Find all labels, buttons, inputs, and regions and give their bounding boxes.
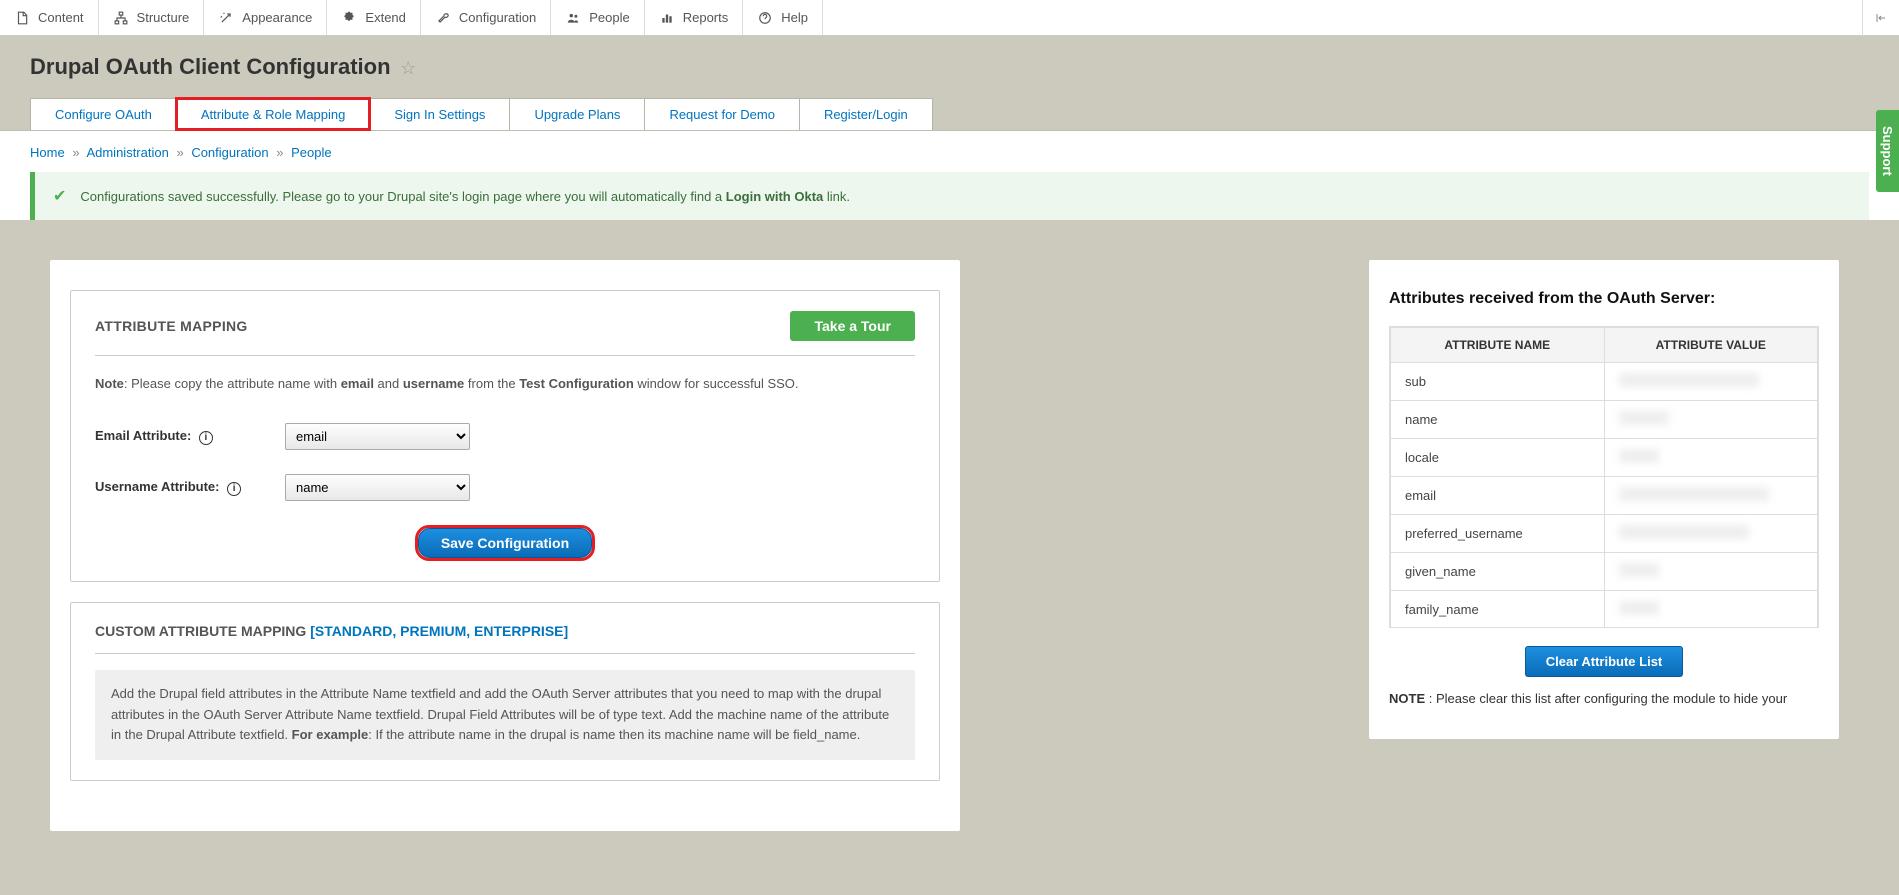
toolbar-item-configuration[interactable]: Configuration (421, 0, 551, 35)
attribute-value-hidden (1619, 487, 1769, 501)
custom-attribute-mapping-card: CUSTOM ATTRIBUTE MAPPING [STANDARD, PREM… (70, 602, 940, 781)
table-header-attribute-name: ATTRIBUTE NAME (1391, 328, 1605, 363)
oauth-attributes-scroll[interactable]: ATTRIBUTE NAME ATTRIBUTE VALUE sub name … (1390, 327, 1818, 627)
attribute-value-hidden (1619, 563, 1659, 577)
oauth-attributes-heading: Attributes received from the OAuth Serve… (1389, 290, 1819, 308)
email-attribute-select[interactable]: email (285, 423, 470, 450)
username-attribute-label: Username Attribute: i (95, 479, 285, 496)
checkmark-icon: ✔ (53, 186, 66, 206)
breadcrumb-link[interactable]: Configuration (191, 145, 268, 160)
toolbar-item-label: Help (781, 10, 808, 25)
toolbar-item-reports[interactable]: Reports (645, 0, 744, 35)
breadcrumb-link[interactable]: People (291, 145, 331, 160)
attribute-value-hidden (1619, 601, 1659, 615)
table-header-attribute-value: ATTRIBUTE VALUE (1604, 328, 1818, 363)
toolbar-item-help[interactable]: Help (743, 0, 823, 35)
attribute-mapping-heading: ATTRIBUTE MAPPING (95, 318, 248, 334)
attribute-value-hidden (1619, 411, 1669, 425)
tab-sign-in-settings[interactable]: Sign In Settings (369, 98, 510, 130)
table-row: family_name (1391, 591, 1818, 628)
admin-toolbar: Content Structure Appearance Extend Conf… (0, 0, 1899, 36)
status-message-text: Configurations saved successfully. Pleas… (80, 189, 850, 204)
breadcrumb-separator: » (72, 145, 79, 160)
attribute-mapping-note: Note: Please copy the attribute name wit… (95, 374, 915, 395)
tab-upgrade-plans[interactable]: Upgrade Plans (509, 98, 645, 130)
email-attribute-label: Email Attribute: i (95, 428, 285, 445)
save-configuration-button[interactable]: Save Configuration (418, 528, 592, 558)
clear-attribute-list-button[interactable]: Clear Attribute List (1525, 646, 1684, 677)
oauth-attributes-panel: Attributes received from the OAuth Serve… (1369, 260, 1839, 739)
attribute-mapping-card: ATTRIBUTE MAPPING Take a Tour Note: Plea… (70, 290, 940, 582)
toolbar-item-label: Structure (137, 10, 190, 25)
breadcrumb-separator: » (276, 145, 283, 160)
attribute-value-hidden (1619, 449, 1659, 463)
oauth-attributes-table: ATTRIBUTE NAME ATTRIBUTE VALUE sub name … (1390, 327, 1818, 627)
toolbar-item-people[interactable]: People (551, 0, 644, 35)
custom-mapping-plans[interactable]: [STANDARD, PREMIUM, ENTERPRISE] (310, 623, 568, 639)
custom-mapping-infobox: Add the Drupal field attributes in the A… (95, 670, 915, 760)
toolbar-item-label: Extend (365, 10, 405, 25)
toolbar-item-extend[interactable]: Extend (327, 0, 420, 35)
breadcrumb-link[interactable]: Administration (86, 145, 168, 160)
attribute-value-hidden (1619, 373, 1759, 387)
toolbar-item-content[interactable]: Content (0, 0, 99, 35)
toolbar-item-label: Content (38, 10, 84, 25)
page-title: Drupal OAuth Client Configuration (30, 54, 391, 80)
right-panel-note: NOTE : Please clear this list after conf… (1389, 689, 1819, 709)
table-row: sub (1391, 363, 1818, 401)
save-configuration-highlight: Save Configuration (415, 525, 595, 561)
table-row: preferred_username (1391, 515, 1818, 553)
tab-register-login[interactable]: Register/Login (799, 98, 933, 130)
page-header: Drupal OAuth Client Configuration ☆ (0, 36, 1899, 80)
collapse-icon (1873, 12, 1889, 24)
info-icon[interactable]: i (227, 482, 241, 496)
people-icon (565, 10, 581, 26)
wand-icon (218, 10, 234, 26)
help-icon (757, 10, 773, 26)
wrench-icon (435, 10, 451, 26)
toolbar-item-structure[interactable]: Structure (99, 0, 205, 35)
toolbar-item-label: People (589, 10, 629, 25)
tab-attribute-role-mapping[interactable]: Attribute & Role Mapping (176, 98, 371, 130)
toolbar-collapse-button[interactable] (1862, 0, 1899, 36)
breadcrumb-link[interactable]: Home (30, 145, 65, 160)
toolbar-item-appearance[interactable]: Appearance (204, 0, 327, 35)
puzzle-icon (341, 10, 357, 26)
table-row: locale (1391, 439, 1818, 477)
username-attribute-select[interactable]: name (285, 474, 470, 501)
support-side-tab[interactable]: Support (1876, 110, 1899, 192)
file-icon (14, 10, 30, 26)
table-row: name (1391, 401, 1818, 439)
custom-mapping-heading: CUSTOM ATTRIBUTE MAPPING (95, 623, 310, 639)
favorite-star-icon[interactable]: ☆ (400, 58, 416, 78)
structure-icon (113, 10, 129, 26)
take-a-tour-button[interactable]: Take a Tour (790, 311, 915, 341)
toolbar-item-label: Reports (683, 10, 729, 25)
chart-icon (659, 10, 675, 26)
breadcrumb: Home » Administration » Configuration » … (30, 145, 1869, 172)
breadcrumb-separator: » (176, 145, 183, 160)
tab-request-for-demo[interactable]: Request for Demo (644, 98, 800, 130)
tab-configure-oauth[interactable]: Configure OAuth (30, 98, 177, 130)
attribute-value-hidden (1619, 525, 1749, 539)
table-row: given_name (1391, 553, 1818, 591)
status-message: ✔ Configurations saved successfully. Ple… (30, 172, 1869, 220)
toolbar-item-label: Appearance (242, 10, 312, 25)
table-row: email (1391, 477, 1818, 515)
page-tabs: Configure OAuth Attribute & Role Mapping… (0, 98, 1899, 131)
toolbar-item-label: Configuration (459, 10, 536, 25)
info-icon[interactable]: i (199, 431, 213, 445)
